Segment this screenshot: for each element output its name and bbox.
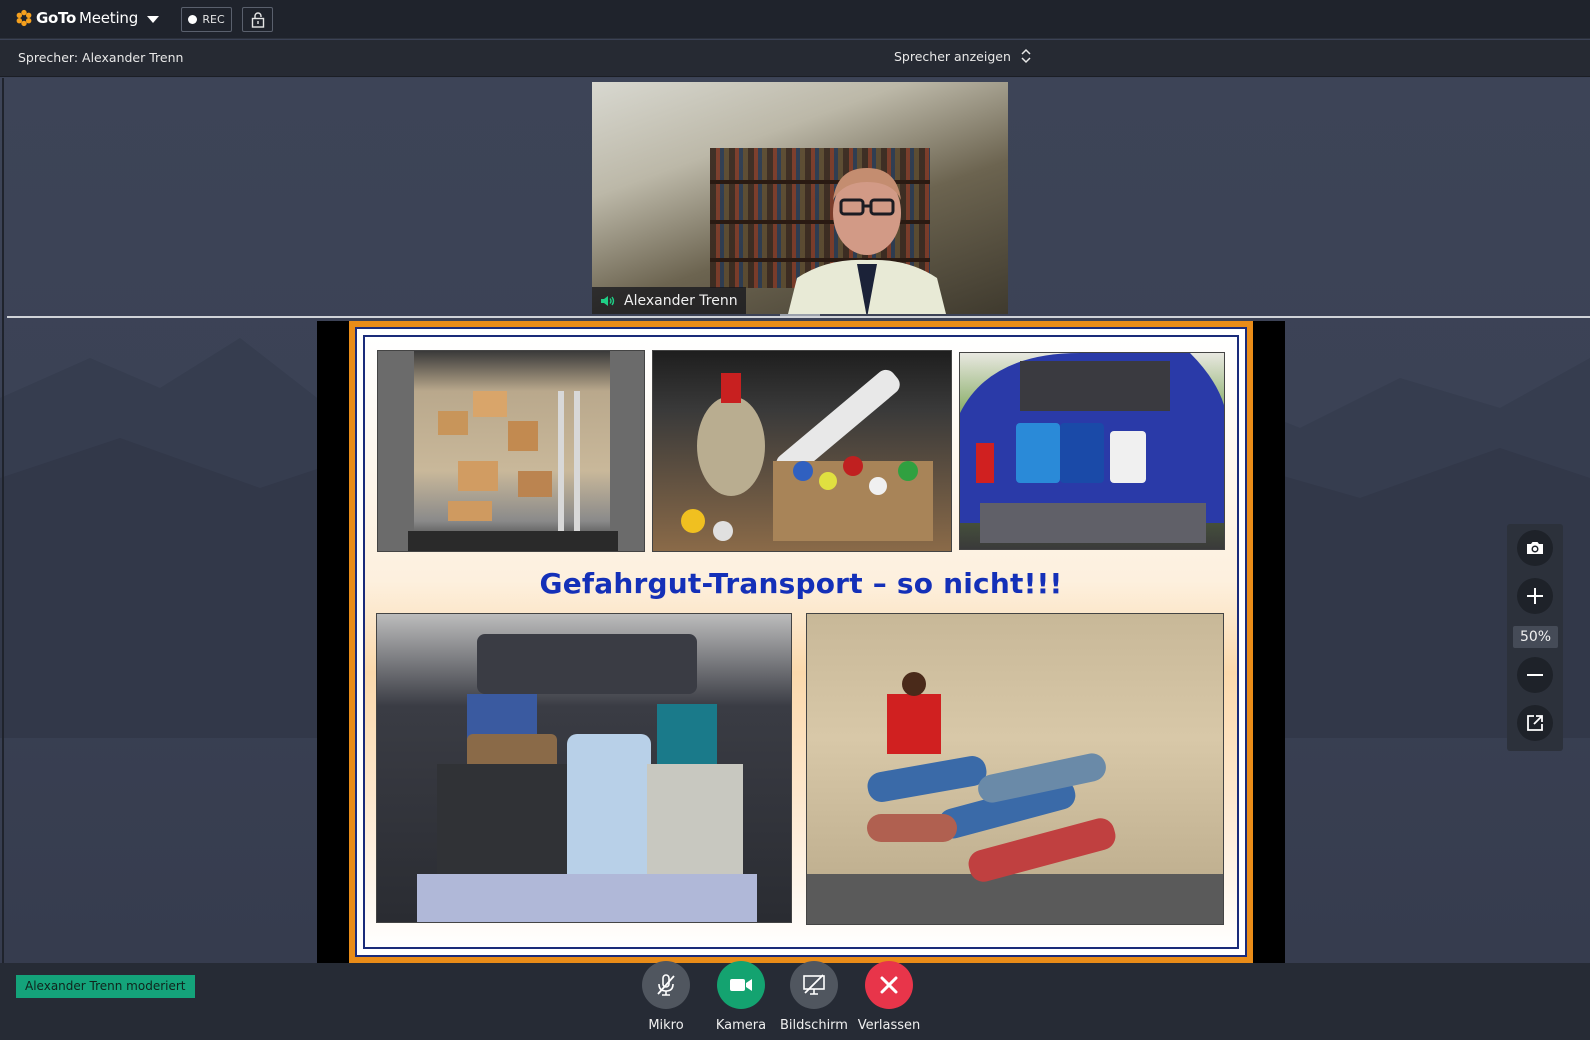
participant-name: Alexander Trenn <box>624 292 738 309</box>
slide-title: Gefahrgut-Transport – so nicht!!! <box>539 567 1063 600</box>
mic-control[interactable]: Mikro <box>631 961 701 1033</box>
meeting-stage: Alexander Trenn Gefahrgut-Transport – so… <box>0 78 1590 963</box>
camera-snapshot-icon <box>1527 542 1543 554</box>
sort-updown-icon <box>1021 48 1031 64</box>
speaker-view-selector[interactable]: Sprecher anzeigen <box>894 48 1031 64</box>
mic-button[interactable] <box>642 961 690 1009</box>
slide-photo-trunk-bottles <box>652 350 952 552</box>
zoom-level: 50% <box>1513 626 1558 648</box>
record-dot-icon <box>188 15 198 24</box>
top-bar: GoTo Meeting REC <box>0 0 1590 39</box>
leave-button[interactable] <box>865 961 913 1009</box>
current-speaker-label: Sprecher: Alexander Trenn <box>18 50 184 65</box>
slide-photo-trunk-containers <box>376 613 792 923</box>
mic-label: Mikro <box>648 1018 684 1033</box>
app-logo[interactable]: GoTo Meeting <box>15 9 160 27</box>
record-button[interactable]: REC <box>181 7 232 32</box>
moderator-badge: Alexander Trenn moderiert <box>16 975 195 998</box>
slide-content: Gefahrgut-Transport – so nicht!!! <box>363 335 1239 949</box>
speaker-audio-icon <box>601 295 615 306</box>
logo-meeting-text: Meeting <box>78 9 139 27</box>
resize-handle[interactable] <box>780 314 820 316</box>
minus-icon <box>1527 674 1543 676</box>
shared-slide: Gefahrgut-Transport – so nicht!!! <box>349 321 1253 963</box>
chevron-down-icon[interactable] <box>147 15 160 23</box>
screen-share-label: Bildschirm <box>780 1018 848 1033</box>
leave-label: Verlassen <box>857 1018 921 1033</box>
participant-video <box>788 168 946 314</box>
speaker-bar: Sprecher: Alexander Trenn Sprecher anzei… <box>0 40 1590 77</box>
zoom-out-button[interactable] <box>1517 657 1553 693</box>
goto-flower-icon <box>16 9 32 27</box>
camera-button[interactable] <box>717 961 765 1009</box>
zoom-in-button[interactable] <box>1517 578 1553 614</box>
cylinders-illustration <box>807 672 1223 924</box>
webcam-tile[interactable]: Alexander Trenn <box>592 82 1008 314</box>
popout-button[interactable] <box>1517 705 1553 741</box>
plus-icon <box>1527 588 1543 604</box>
camera-label: Kamera <box>715 1018 767 1033</box>
stage-left-border <box>2 78 4 963</box>
participant-name-chip: Alexander Trenn <box>592 287 746 314</box>
screen-share-off-icon <box>803 974 825 995</box>
screen-share-button[interactable] <box>790 961 838 1009</box>
slide-photo-gas-cylinders <box>806 613 1224 925</box>
car-illustration <box>960 353 1224 543</box>
screenshot-button[interactable] <box>1517 530 1553 566</box>
screen-share-control[interactable]: Bildschirm <box>779 961 849 1033</box>
microphone-muted-icon <box>657 974 675 996</box>
camera-control[interactable]: Kamera <box>706 961 776 1033</box>
zoom-toolbar: 50% <box>1507 524 1563 751</box>
van-illustration <box>378 351 644 551</box>
slide-photo-van-boxes <box>377 350 645 552</box>
leave-control[interactable]: Verlassen <box>854 961 924 1033</box>
slide-photo-car-canisters <box>959 352 1225 550</box>
bottles-illustration <box>681 369 933 541</box>
record-label: REC <box>202 13 225 26</box>
external-link-icon <box>1527 715 1543 731</box>
slide-frame: Gefahrgut-Transport – so nicht!!! <box>355 327 1247 957</box>
close-icon <box>880 976 898 994</box>
lock-meeting-button[interactable] <box>242 7 273 32</box>
containers-illustration <box>417 634 757 922</box>
video-camera-icon <box>730 979 752 991</box>
logo-goto-text: GoTo <box>36 9 76 27</box>
speaker-view-label: Sprecher anzeigen <box>894 48 1011 64</box>
unlock-icon <box>251 11 264 28</box>
panel-divider[interactable] <box>7 316 1590 318</box>
